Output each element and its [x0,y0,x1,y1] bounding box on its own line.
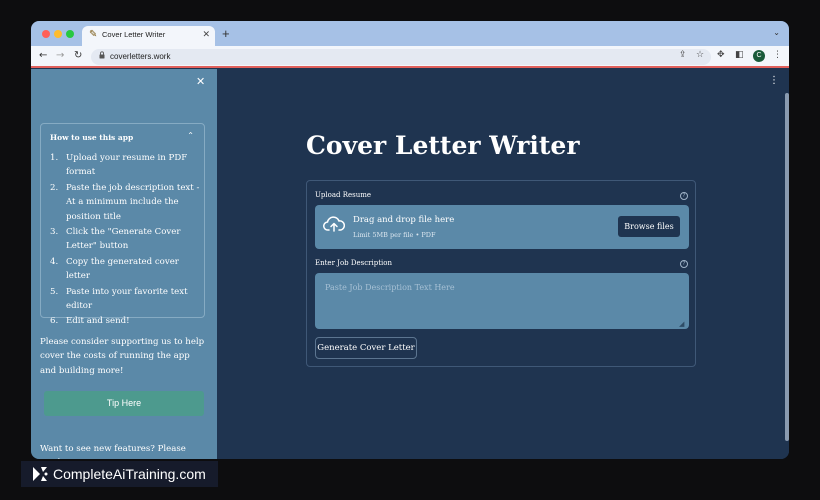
close-window-button[interactable] [42,30,50,38]
side-panel-icon[interactable]: ◧ [735,50,744,60]
tab-cover-letter-writer[interactable]: ✎ Cover Letter Writer ✕ [82,26,215,46]
chevron-up-icon[interactable]: ⌃ [187,131,194,140]
extensions-puzzle-icon[interactable]: ✥ [717,50,725,60]
address-bar[interactable]: coverletters.work [91,49,711,65]
new-tab-button[interactable]: + [222,26,230,41]
dropzone-limit: Limit 5MB per file • PDF [353,231,436,239]
url-text: coverletters.work [110,52,171,61]
brand-logo-icon [31,465,49,487]
resize-handle-icon[interactable]: ◢ [679,320,684,328]
help-icon[interactable]: ? [680,260,688,268]
forward-icon[interactable]: → [56,50,64,61]
list-item: 4. Copy the generated cover letter [50,256,179,282]
chevron-down-icon[interactable]: ⌄ [773,28,780,37]
expander-title[interactable]: How to use this app [50,133,133,142]
main-panel: ⋮ Cover Letter Writer Upload Resume ? Dr… [217,69,789,459]
file-dropzone[interactable]: Drag and drop file here Limit 5MB per fi… [315,205,689,249]
sidebar: ✕ How to use this app ⌃ 1. Upload your re… [31,69,217,459]
list-item: 6. Edit and send! [50,316,130,327]
profile-avatar[interactable]: C [753,50,765,62]
job-description-label: Enter Job Description [315,259,392,267]
reload-icon[interactable]: ↻ [74,50,82,61]
generate-cover-letter-button[interactable]: Generate Cover Letter [315,337,417,359]
watermark-banner: CompleteAiTraining.com [21,461,218,487]
app-content: ✕ How to use this app ⌃ 1. Upload your re… [31,69,789,459]
page-title: Cover Letter Writer [306,131,580,160]
bookmark-star-icon[interactable]: ☆ [696,50,704,60]
browse-files-button[interactable]: Browse files [618,216,680,237]
tab-title: Cover Letter Writer [102,30,166,39]
cover-letter-form: Upload Resume ? Drag and drop file here … [306,180,696,367]
support-text: Please consider supporting us to help co… [40,337,205,376]
pencil-icon: ✎ [89,29,98,40]
scrollbar[interactable] [785,93,789,441]
list-item: 1. Upload your resume in PDF format [50,153,188,178]
features-text: Want to see new features? Please send [40,444,186,459]
upload-resume-label: Upload Resume [315,191,372,199]
list-item: 2. Paste the job description text - At a … [50,182,200,222]
dropzone-title: Drag and drop file here [353,215,455,225]
how-to-expander: How to use this app ⌃ 1. Upload your resu… [40,123,205,326]
help-icon[interactable]: ? [680,192,688,200]
tip-button[interactable]: Tip Here [44,391,204,416]
cloud-upload-icon [323,216,346,236]
tab-close-icon[interactable]: ✕ [202,29,210,40]
maximize-window-button[interactable] [66,30,74,38]
kebab-menu-icon[interactable]: ⋮ [773,50,782,60]
back-icon[interactable]: ← [39,50,47,61]
share-icon[interactable]: ⇪ [679,50,687,60]
list-item: 5. Paste into your favorite text editor [50,286,188,312]
list-item: 3. Click the "Generate Cover Letter" butt… [50,227,181,252]
job-description-input[interactable] [315,273,689,329]
browser-window: ✎ Cover Letter Writer ✕ + ⌄ ← → ↻ coverl… [31,21,789,459]
close-sidebar-icon[interactable]: ✕ [196,75,205,88]
watermark-text: CompleteAiTraining.com [53,466,206,482]
browser-toolbar: ← → ↻ coverletters.work ⇪ ☆ ✥ ◧ C ⋮ [31,46,789,68]
minimize-window-button[interactable] [54,30,62,38]
lock-icon [99,51,105,61]
kebab-menu-icon[interactable]: ⋮ [769,75,779,86]
steps-list: 1. Upload your resume in PDF format 2. Pas… [50,151,200,330]
tab-bar: ✎ Cover Letter Writer ✕ + ⌄ [31,21,789,46]
